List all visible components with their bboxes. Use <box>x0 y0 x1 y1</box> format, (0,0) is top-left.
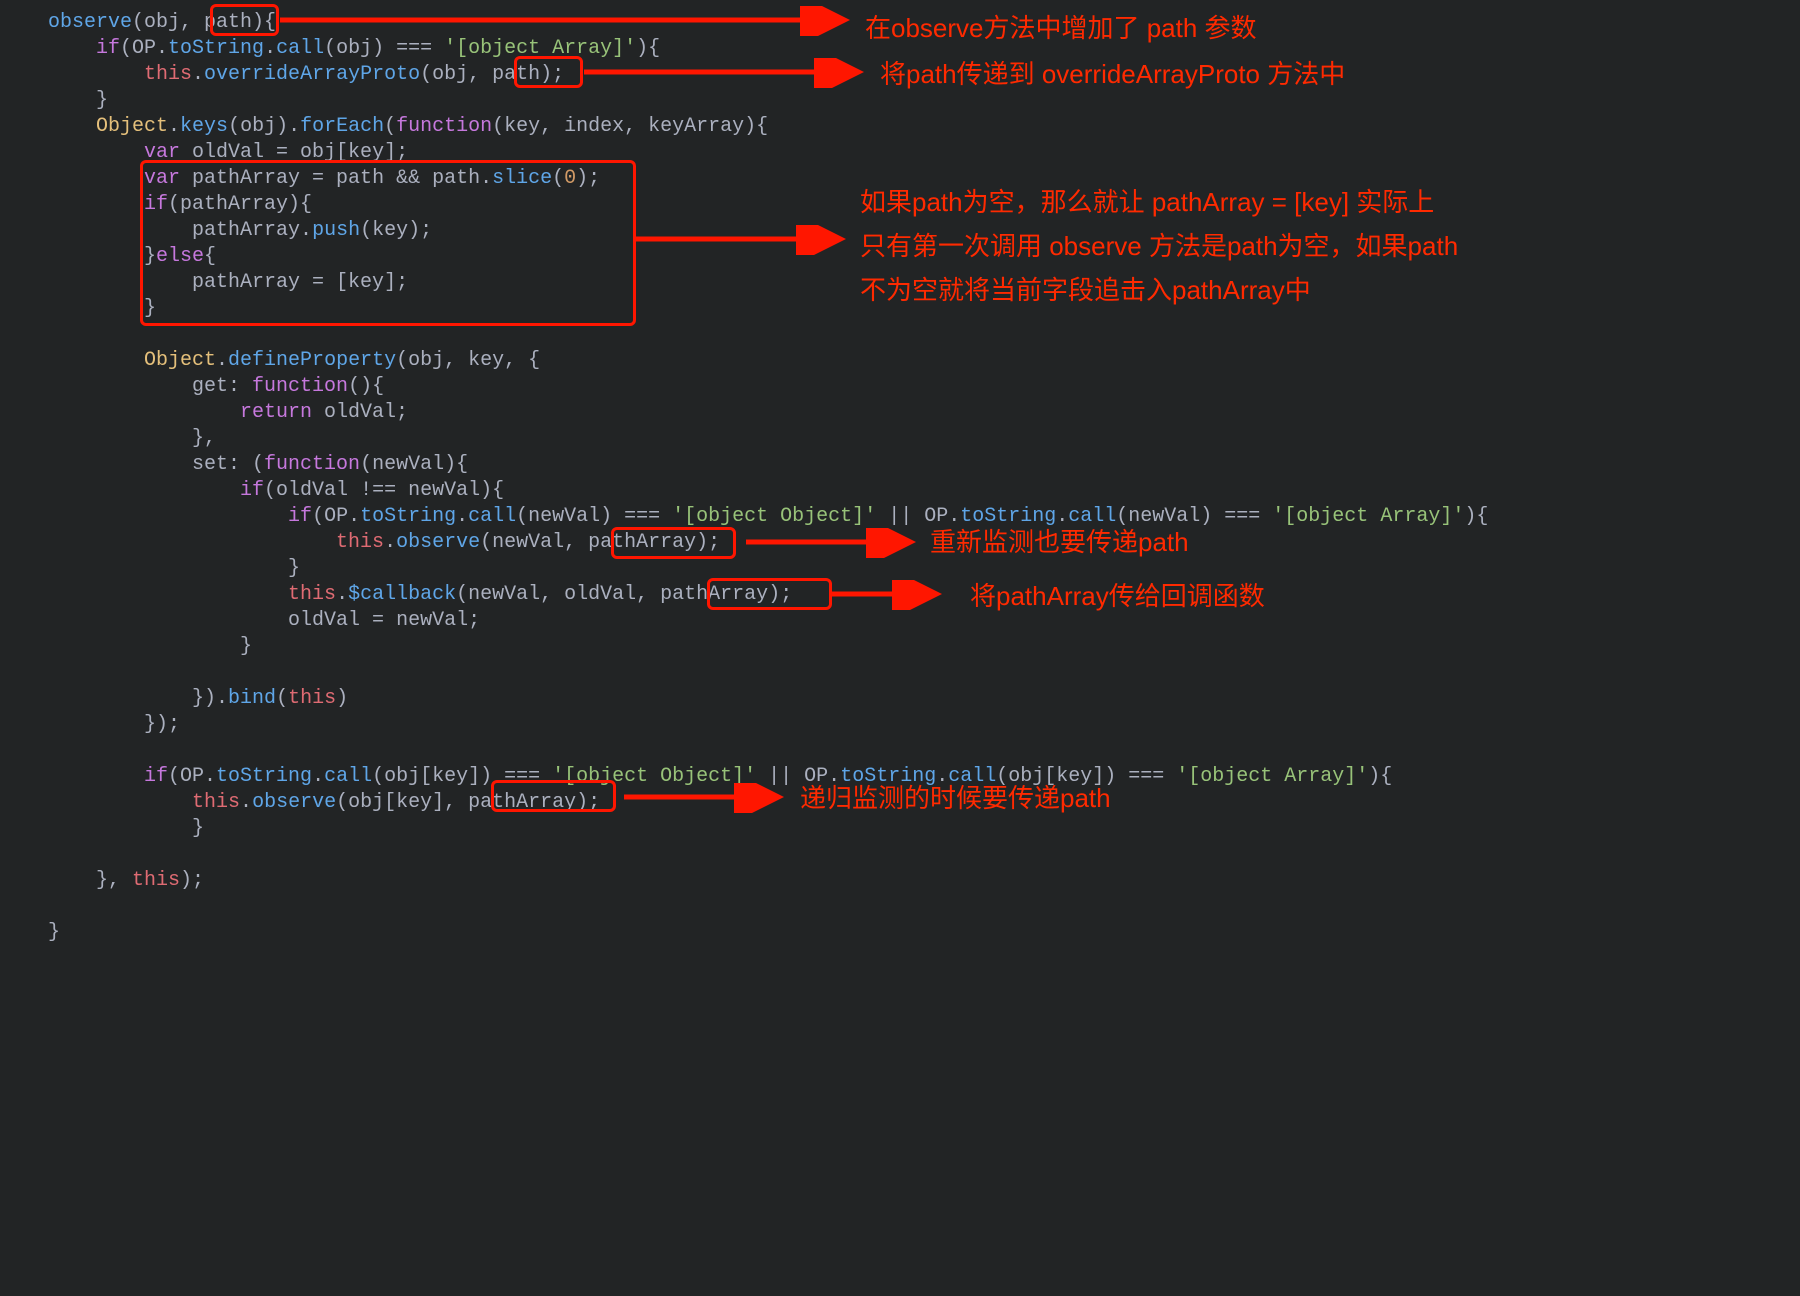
annotation-5: 将pathArray传给回调函数 <box>970 574 1265 618</box>
arrow-3 <box>636 225 846 255</box>
arrow-6 <box>624 783 784 813</box>
annotation-6: 递归监测的时候要传递path <box>800 776 1111 820</box>
arrow-5 <box>832 580 942 610</box>
annotation-1: 在observe方法中增加了 path 参数 <box>865 6 1257 50</box>
arrow-1 <box>280 6 850 36</box>
annotation-4: 重新监测也要传递path <box>930 520 1189 564</box>
annotation-3: 如果path为空，那么就让 pathArray = [key] 实际上 只有第一… <box>860 180 1458 313</box>
arrow-4 <box>746 528 916 558</box>
arrow-2 <box>584 58 864 88</box>
annotation-2: 将path传递到 overrideArrayProto 方法中 <box>880 52 1345 96</box>
